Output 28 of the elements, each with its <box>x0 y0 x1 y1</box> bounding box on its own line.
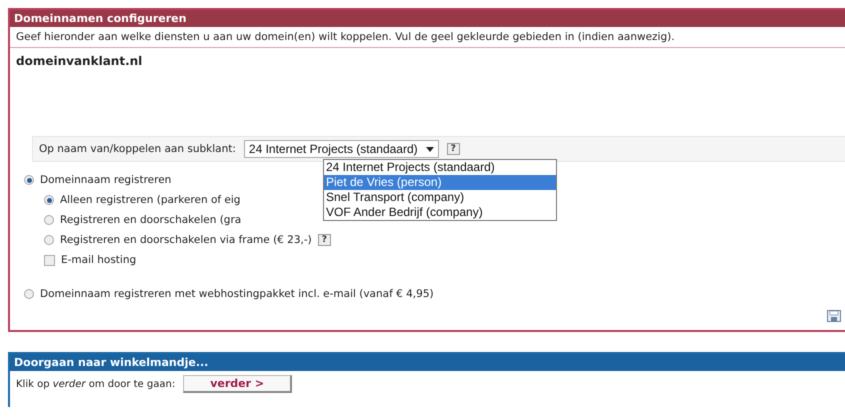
option-label: Registreren en doorschakelen (gra <box>60 214 242 226</box>
caret-icon <box>426 146 434 152</box>
help-button[interactable]: ? <box>318 234 331 246</box>
subklant-dropdown[interactable]: 24 Internet Projects (standaard) <box>244 140 439 158</box>
panel-title: Doorgaan naar winkelmandje... <box>10 354 845 371</box>
intro-text: Geef hieronder aan welke diensten u aan uw domein(en) wilt koppelen. Vul de geel gekleurde gebieden in (indien aanwezig). <box>10 27 845 48</box>
domain-name: domeinvanklant.nl <box>15 53 144 70</box>
option-label: Domeinnaam registreren <box>40 174 172 186</box>
radio-button[interactable] <box>24 175 34 185</box>
option-label: Domeinnaam registreren met webhostingpakket incl. e-mail (vanaf € 4,95) <box>40 288 434 300</box>
help-button[interactable]: ? <box>446 143 460 155</box>
dropdown-option[interactable]: 24 Internet Projects (standaard) <box>324 160 556 175</box>
dropdown-option[interactable]: Snel Transport (company) <box>324 190 556 205</box>
radio-button[interactable] <box>44 215 54 225</box>
dropdown-option[interactable]: VOF Ander Bedrijf (company) <box>324 205 556 220</box>
radio-button[interactable] <box>24 289 34 299</box>
option-label: Registreren en doorschakelen via frame (€ 23,-) <box>60 234 312 246</box>
radio-button[interactable] <box>44 235 54 245</box>
radio-button[interactable] <box>44 195 54 205</box>
continue-button[interactable]: verder > <box>183 375 292 393</box>
save-icon[interactable] <box>827 310 841 322</box>
field-label: Op naam van/koppelen aan subklant: <box>39 143 236 155</box>
instruction-text: Klik op verder om door te gaan: <box>16 378 176 390</box>
panel-title: Domeinnamen configureren <box>10 10 845 27</box>
option-label: E-mail hosting <box>61 254 136 266</box>
checkbox[interactable] <box>44 254 55 266</box>
dropdown-option[interactable]: Piet de Vries (person) <box>324 175 556 190</box>
option-label: Alleen registreren (parkeren of eig <box>60 194 240 206</box>
